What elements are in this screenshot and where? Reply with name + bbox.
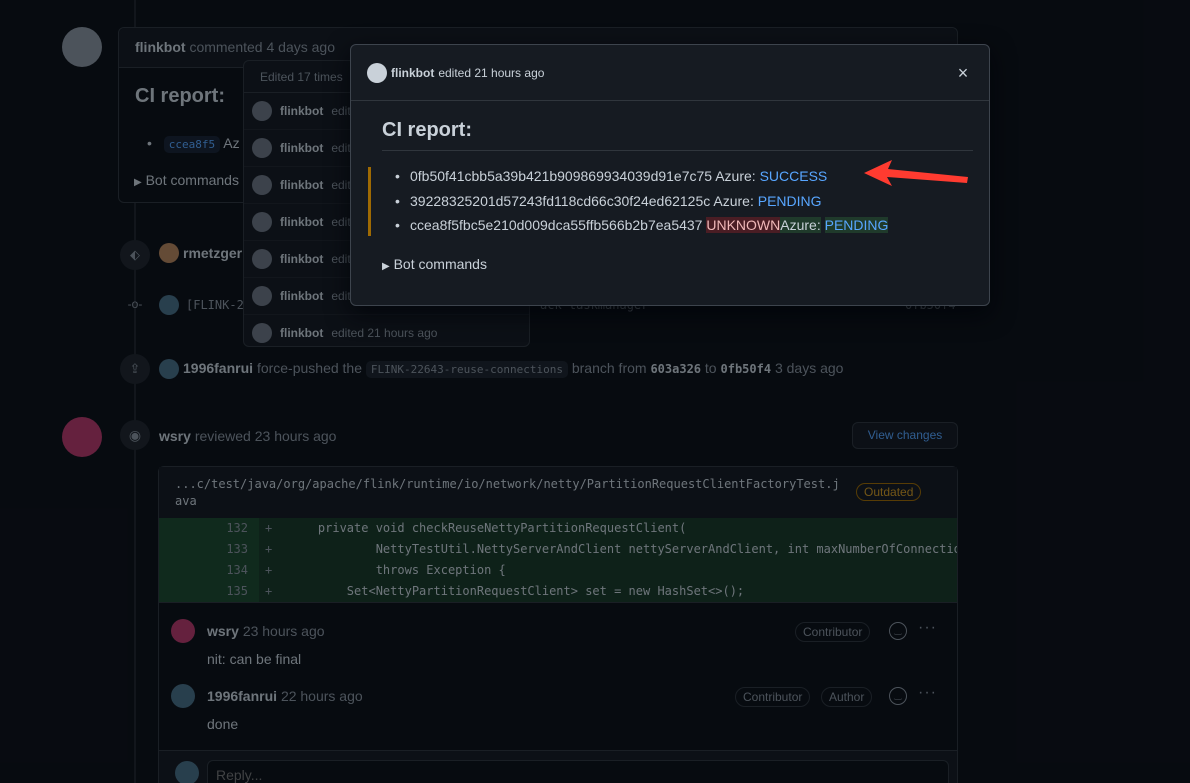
removed-status: UNKNOWN bbox=[706, 217, 781, 233]
commit-sha: ccea8f5fbc5e210d009dca55ffb566b2b7ea5437 bbox=[410, 217, 703, 233]
azure-label: Azure: bbox=[715, 168, 756, 184]
close-icon[interactable]: × bbox=[953, 63, 973, 83]
status-link[interactable]: PENDING bbox=[824, 217, 889, 233]
ci-report-item: 39228325201d57243fd118cd66c30f24ed62125c… bbox=[395, 193, 888, 218]
change-indicator-bar bbox=[368, 167, 371, 236]
commit-sha: 39228325201d57243fd118cd66c30f24ed62125c bbox=[410, 192, 711, 209]
bot-commands-details[interactable]: ▶ Bot commands bbox=[382, 256, 487, 272]
modal-action: edited 21 hours ago bbox=[438, 65, 545, 80]
annotation-arrow-icon bbox=[864, 160, 968, 186]
commit-sha: 0fb50f41cbb5a39b421b909869934039d91e7c75 bbox=[410, 168, 713, 184]
modal-header: flinkbot edited 21 hours ago bbox=[351, 45, 989, 101]
avatar bbox=[367, 62, 387, 83]
azure-label: Azure: bbox=[713, 192, 754, 209]
ci-report-list: 0fb50f41cbb5a39b421b909869934039d91e7c75… bbox=[395, 168, 889, 242]
status-link[interactable]: PENDING bbox=[758, 193, 822, 209]
bot-commands-label: Bot commands bbox=[393, 256, 487, 272]
modal-author[interactable]: flinkbot bbox=[391, 66, 434, 80]
ci-report-item: ccea8f5fbc5e210d009dca55ffb566b2b7ea5437… bbox=[395, 217, 889, 242]
status-link[interactable]: SUCCESS bbox=[760, 168, 828, 184]
modal-title: CI report: bbox=[382, 119, 472, 141]
azure-label: Azure: bbox=[780, 217, 821, 233]
triangle-right-icon: ▶ bbox=[382, 261, 390, 272]
ci-report-item: 0fb50f41cbb5a39b421b909869934039d91e7c75… bbox=[395, 168, 888, 193]
divider bbox=[382, 150, 973, 151]
